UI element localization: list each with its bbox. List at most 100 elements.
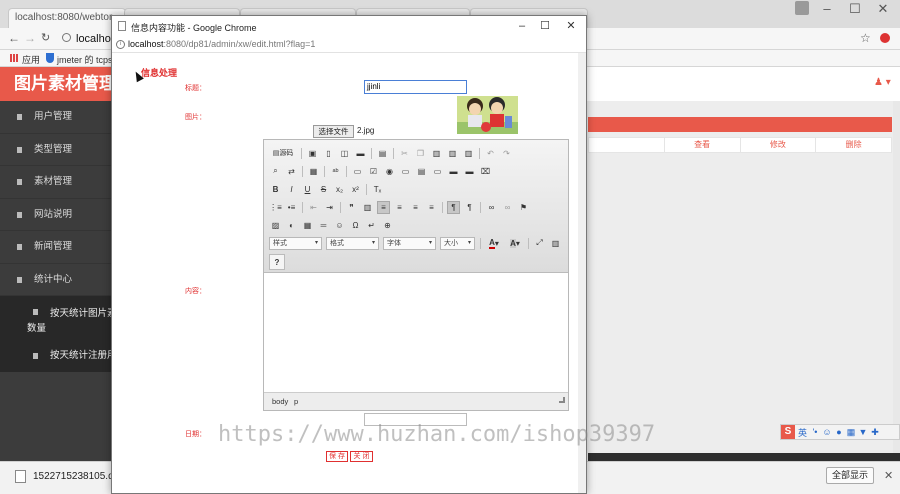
editor-content-area[interactable] (264, 274, 568, 392)
unlink-icon[interactable]: ∞ (501, 201, 514, 214)
textarea-icon[interactable]: ▤ (415, 165, 428, 178)
keyboard-icon[interactable]: ▦ (845, 427, 857, 438)
sidebar-item-materials[interactable]: 素材管理 (0, 166, 112, 199)
styles-combo[interactable]: 样式 ▾ (269, 236, 322, 250)
size-combo[interactable]: 大小 ▾ (440, 236, 475, 250)
popup-url[interactable]: localhost:8080/dp81/admin/xw/edit.html?f… (128, 39, 315, 49)
anchor-icon[interactable]: ⚑ (517, 201, 530, 214)
popup-titlebar[interactable]: 信息内容功能 - Google Chrome – ☐ ✕ (112, 16, 586, 37)
bullet-list-icon[interactable]: •≡ (285, 201, 298, 214)
sidebar-item-types[interactable]: 类型管理 (0, 134, 112, 166)
shirt-icon[interactable]: ▼ (857, 427, 869, 437)
indent-icon[interactable]: ⇥ (323, 201, 336, 214)
preview-icon[interactable]: ◫ (338, 147, 351, 160)
tools-icon[interactable]: ✚ (869, 427, 881, 438)
copy-icon[interactable]: ❐ (414, 147, 427, 160)
emoji-icon[interactable]: ☺ (821, 427, 833, 437)
title-input[interactable]: jjinli (364, 80, 467, 94)
element-path-p[interactable]: p (294, 397, 298, 406)
sidebar-item-users[interactable]: 用户管理 (0, 101, 112, 134)
maximize-icon[interactable]: ☐ (534, 18, 556, 34)
sidebar-item-stats[interactable]: 统计中心 (0, 264, 112, 296)
format-combo[interactable]: 格式 ▾ (326, 236, 379, 250)
element-path-body[interactable]: body (272, 397, 288, 406)
ltr-icon[interactable]: ¶ (447, 200, 460, 214)
extension-icon[interactable] (880, 33, 890, 43)
select-all-icon[interactable]: ▦ (307, 165, 320, 178)
sidebar-item-site-info[interactable]: 网站说明 (0, 199, 112, 231)
redo-icon[interactable]: ↷ (500, 147, 513, 160)
checkbox-icon[interactable]: ☑ (367, 165, 380, 178)
rtl-icon[interactable]: ¶ (463, 201, 476, 214)
iframe-icon[interactable]: ⊕ (381, 219, 394, 232)
page-break-icon[interactable]: ↵ (365, 219, 378, 232)
font-combo[interactable]: 字体 ▾ (383, 236, 436, 250)
form-icon[interactable]: ▭ (351, 165, 364, 178)
help-button[interactable]: ? (269, 254, 285, 270)
div-container-icon[interactable]: ▥ (361, 201, 374, 214)
resize-handle[interactable] (559, 397, 565, 403)
reload-icon[interactable]: ↻ (41, 31, 50, 44)
close-icon[interactable]: ✕ (868, 0, 898, 20)
source-button[interactable]: ▤ 源码 (269, 147, 297, 160)
bg-color-icon[interactable]: A ▾ (506, 237, 524, 250)
hidden-field-icon[interactable]: ⌧ (479, 165, 492, 178)
user-icon[interactable]: ♟ ▾ (874, 77, 891, 88)
print-icon[interactable]: ▬ (354, 147, 367, 160)
page-scrollbar[interactable] (893, 101, 900, 464)
star-icon[interactable]: ☆ (860, 31, 871, 45)
flash-icon[interactable]: ◐ (285, 219, 298, 232)
paste-icon[interactable]: ▥ (430, 147, 443, 160)
minimize-icon[interactable]: – (511, 18, 533, 34)
special-char-icon[interactable]: Ω (349, 219, 362, 232)
blockquote-icon[interactable]: ❞ (345, 201, 358, 214)
minimize-icon[interactable]: – (812, 0, 842, 20)
smiley-icon[interactable]: ☺ (333, 219, 346, 232)
bold-icon[interactable]: B (269, 183, 282, 196)
image-button-icon[interactable]: ▬ (463, 165, 476, 178)
sidebar-item-news[interactable]: 新闻管理 (0, 231, 112, 264)
forward-icon[interactable]: → (24, 31, 36, 45)
spellcheck-icon[interactable]: ᵃᵇ (329, 165, 342, 178)
remove-format-icon[interactable]: Tₓ (371, 183, 384, 196)
undo-icon[interactable]: ↶ (484, 147, 497, 160)
italic-icon[interactable]: I (285, 183, 298, 196)
close-icon[interactable]: ✕ (560, 18, 582, 34)
subscript-icon[interactable]: x₂ (333, 183, 346, 196)
choose-file-button[interactable]: 选择文件 (313, 125, 354, 138)
radio-icon[interactable]: ◉ (383, 165, 396, 178)
horizontal-rule-icon[interactable]: ═ (317, 219, 330, 232)
underline-icon[interactable]: U (301, 183, 314, 196)
superscript-icon[interactable]: x² (349, 183, 362, 196)
show-all-button[interactable]: 全部显示 (826, 467, 874, 484)
close-download-bar-icon[interactable]: ✕ (884, 469, 893, 482)
image-icon[interactable]: ▨ (269, 219, 282, 232)
textfield-icon[interactable]: ▭ (399, 165, 412, 178)
align-right-icon[interactable]: ≡ (409, 201, 422, 214)
text-color-icon[interactable]: A ▾ (485, 237, 503, 250)
cut-icon[interactable]: ✂ (398, 147, 411, 160)
paste-word-icon[interactable]: ▥ (462, 147, 475, 160)
maximize-icon[interactable]: ☐ (840, 0, 870, 20)
new-page-icon[interactable]: ▯ (322, 147, 335, 160)
select-field-icon[interactable]: ▭ (431, 165, 444, 178)
punctuation-icon[interactable]: '• (809, 427, 821, 437)
info-icon[interactable]: i (116, 40, 125, 49)
outdent-icon[interactable]: ⇤ (307, 201, 320, 214)
justify-icon[interactable]: ≡ (425, 201, 438, 214)
sidebar-subitem-daily-users[interactable]: 按天统计注册用户 (0, 340, 126, 372)
paste-text-icon[interactable]: ▥ (446, 147, 459, 160)
strike-icon[interactable]: S (317, 183, 330, 196)
templates-icon[interactable]: ▤ (376, 147, 389, 160)
apps-icon[interactable] (10, 54, 18, 62)
ime-mode-label[interactable]: 英 (798, 426, 807, 439)
background-tab[interactable]: localhost:8080/webtor (8, 8, 126, 28)
maximize-editor-icon[interactable]: ⤢ (533, 237, 546, 250)
find-icon[interactable]: ⌕ (269, 165, 282, 178)
apps-label[interactable]: 应用 (22, 53, 40, 66)
mic-icon[interactable]: ● (833, 427, 845, 437)
link-icon[interactable]: ∞ (485, 201, 498, 214)
profile-avatar[interactable] (795, 1, 809, 15)
show-blocks-icon[interactable]: ▥ (549, 237, 562, 250)
close-button[interactable]: 关 闭 (350, 451, 373, 462)
